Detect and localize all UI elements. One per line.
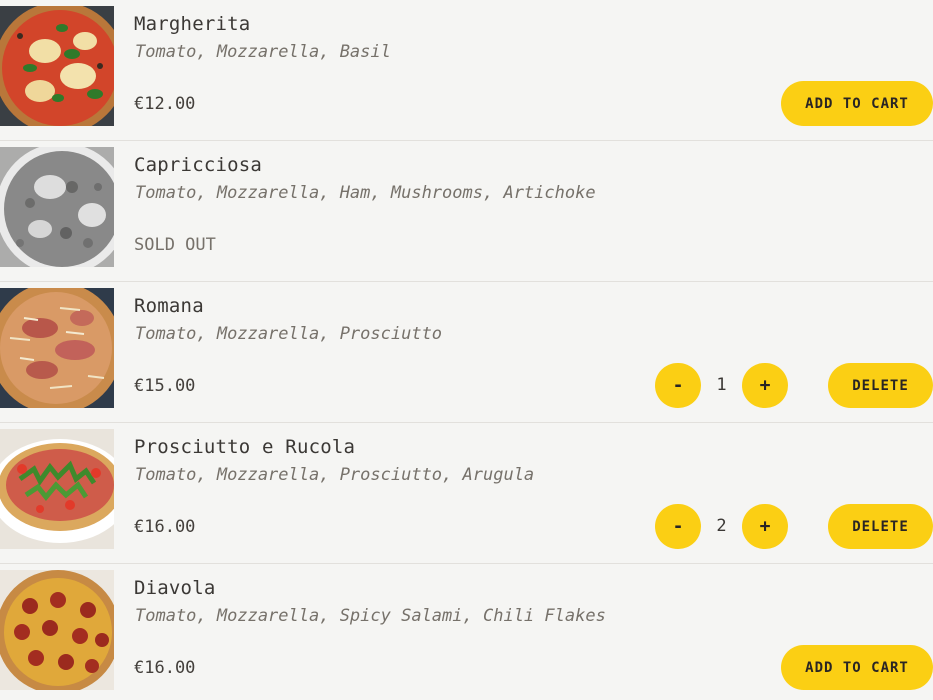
item-price: €16.00 (134, 658, 196, 678)
delete-button[interactable]: Delete (828, 363, 933, 408)
sold-out-label: Sold out (134, 235, 216, 255)
item-price: €16.00 (134, 517, 196, 537)
item-ingredients: Tomato, Mozzarella, Prosciutto (135, 324, 443, 344)
item-name: Romana (134, 295, 204, 317)
item-ingredients: Tomato, Mozzarella, Prosciutto, Arugula (135, 465, 535, 485)
pizza-image-margherita (0, 6, 114, 126)
item-price: €12.00 (134, 94, 196, 114)
menu-item: Margherita Tomato, Mozzarella, Basil €12… (0, 0, 933, 141)
item-ingredients: Tomato, Mozzarella, Spicy Salami, Chili … (135, 606, 606, 626)
add-to-cart-button[interactable]: Add to cart (781, 81, 933, 126)
increase-quantity-button[interactable]: + (742, 504, 788, 549)
pizza-menu-list: Margherita Tomato, Mozzarella, Basil €12… (0, 0, 933, 700)
item-ingredients: Tomato, Mozzarella, Ham, Mushrooms, Arti… (135, 183, 596, 203)
pizza-image-diavola (0, 570, 114, 690)
decrease-quantity-button[interactable]: - (655, 504, 701, 549)
pizza-image-romana (0, 288, 114, 408)
item-name: Margherita (134, 13, 251, 35)
item-name: Diavola (134, 577, 216, 599)
menu-item: Prosciutto e Rucola Tomato, Mozzarella, … (0, 423, 933, 564)
increase-quantity-button[interactable]: + (742, 363, 788, 408)
delete-button[interactable]: Delete (828, 504, 933, 549)
menu-item: Romana Tomato, Mozzarella, Prosciutto €1… (0, 282, 933, 423)
pizza-image-prosciutto-e-rucola (0, 429, 114, 549)
item-name: Prosciutto e Rucola (134, 436, 356, 458)
item-price: €15.00 (134, 376, 196, 396)
pizza-image-capricciosa (0, 147, 114, 267)
add-to-cart-button[interactable]: Add to cart (781, 645, 933, 690)
item-name: Capricciosa (134, 154, 263, 176)
item-ingredients: Tomato, Mozzarella, Basil (135, 42, 391, 62)
quantity-value: 1 (716, 375, 727, 395)
quantity-value: 2 (716, 516, 727, 536)
menu-item: Diavola Tomato, Mozzarella, Spicy Salami… (0, 564, 933, 700)
menu-item: Capricciosa Tomato, Mozzarella, Ham, Mus… (0, 141, 933, 282)
decrease-quantity-button[interactable]: - (655, 363, 701, 408)
